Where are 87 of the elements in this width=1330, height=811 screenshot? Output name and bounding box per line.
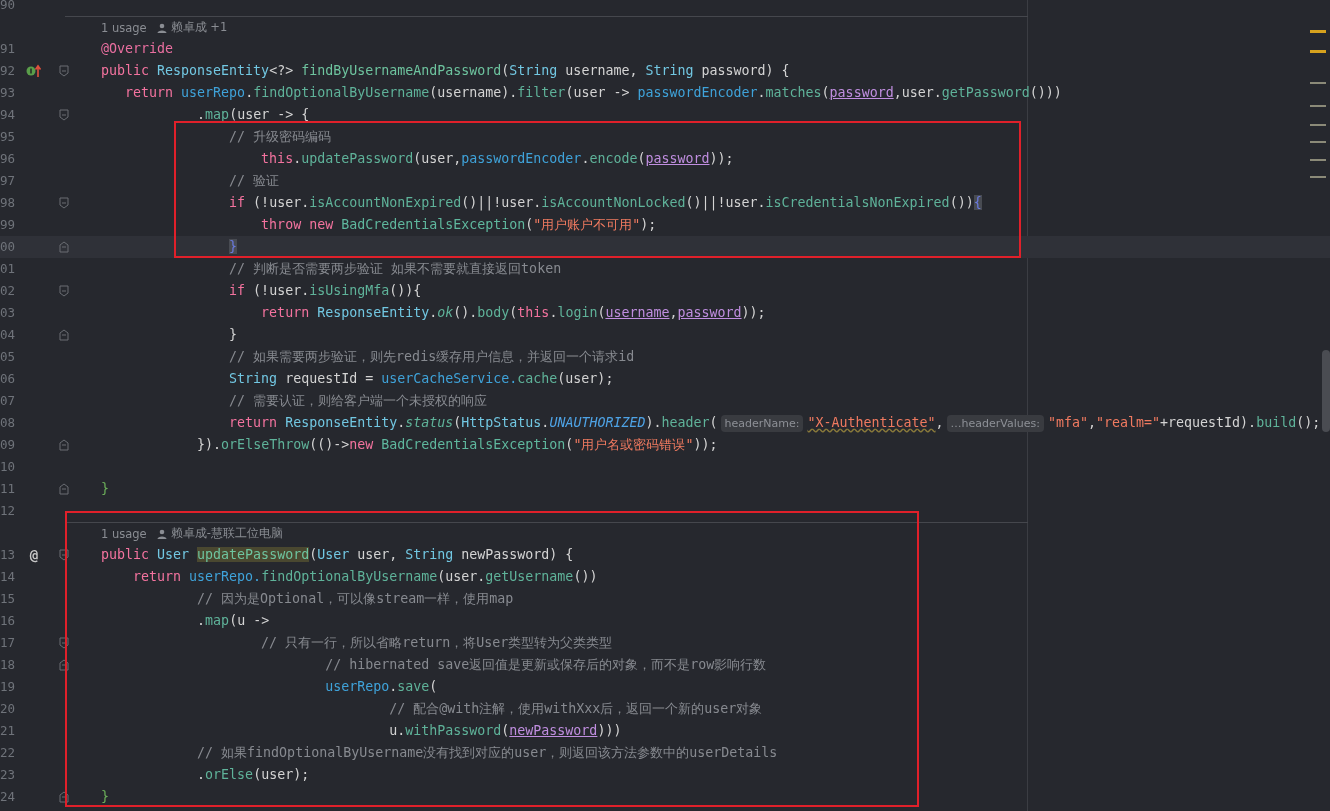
code-line: // 因为是Optional，可以像stream一样，使用map xyxy=(197,590,514,608)
line-number: 17 xyxy=(0,635,16,651)
code-line: } xyxy=(229,326,238,344)
fold-icon[interactable] xyxy=(59,329,69,341)
line-number: 09 xyxy=(0,437,16,453)
author-name[interactable]: 赖卓成-慧联工位电脑 xyxy=(170,526,283,541)
code-line: // 升级密码编码 xyxy=(229,128,332,146)
line-number: 13 xyxy=(0,547,16,563)
line-number: 15 xyxy=(0,591,16,607)
code-text: "mfa","realm="+requestId).build(); xyxy=(1047,414,1321,432)
fold-icon[interactable] xyxy=(59,65,69,77)
code-line: if (!user.isAccountNonExpired()||!user.isAccountNonLocked()||!user.isCredentialsNonExpired()){ xyxy=(229,194,982,212)
code-line: return userRepo.findOptionalByUsername(user.getUsername()) xyxy=(133,568,598,586)
author-name[interactable]: 赖卓成 +1 xyxy=(170,20,228,35)
line-number: 20 xyxy=(0,701,16,717)
line-number: 92 xyxy=(0,63,16,79)
line-number: 91 xyxy=(0,41,16,57)
fold-icon[interactable] xyxy=(59,197,69,209)
code-line: return userRepo.findOptionalByUsername(username).filter(user -> passwordEncoder.matches(password,user.getPassword())) xyxy=(125,84,1062,102)
fold-icon[interactable] xyxy=(59,109,69,121)
code-line: // 如果findOptionalByUsername没有找到对应的user，则返回该方法参数中的userDetails xyxy=(197,744,778,762)
code-text: return ResponseEntity.status(HttpStatus.UNAUTHORIZED).header( xyxy=(229,414,718,432)
usage-count[interactable]: 1 usage xyxy=(101,20,147,35)
line-number: 22 xyxy=(0,745,16,761)
line-number: 11 xyxy=(0,481,16,497)
parameter-hint: headerName: xyxy=(720,414,804,432)
code-line: } xyxy=(101,480,109,498)
line-number: 06 xyxy=(0,371,16,387)
line-number: 99 xyxy=(0,217,16,233)
code-line: }).orElseThrow(()->new BadCredentialsException("用户名或密码错误")); xyxy=(197,436,718,454)
line-number: 94 xyxy=(0,107,16,123)
code-line: this.updatePassword(user,passwordEncoder.encode(password)); xyxy=(261,150,734,168)
line-number: 18 xyxy=(0,657,16,673)
line-number: 08 xyxy=(0,415,16,431)
line-number: 04 xyxy=(0,327,16,343)
code-line: throw new BadCredentialsException("用户账户不可用"); xyxy=(261,216,657,234)
line-number: 16 xyxy=(0,613,16,629)
code-line: // 判断是否需要两步验证 如果不需要就直接返回token xyxy=(229,260,562,278)
line-number: 24 xyxy=(0,789,16,805)
person-icon xyxy=(156,22,167,33)
line-number: 01 xyxy=(0,261,16,277)
fold-icon[interactable] xyxy=(59,791,69,803)
line-number: 12 xyxy=(0,503,16,519)
code-line: .map(u -> xyxy=(197,612,270,630)
line-number: 07 xyxy=(0,393,16,409)
line-number: 05 xyxy=(0,349,16,365)
line-number: 93 xyxy=(0,85,16,101)
code-line: String requestId = userCacheService.cache(user); xyxy=(229,370,614,388)
code-line: public User updatePassword(User user, String newPassword) { xyxy=(101,546,574,564)
fold-icon[interactable] xyxy=(59,241,69,253)
fold-icon[interactable] xyxy=(59,285,69,297)
fold-icon[interactable] xyxy=(59,659,69,671)
code-line: @Override xyxy=(101,40,174,58)
fold-icon[interactable] xyxy=(59,637,69,649)
code-line: return ResponseEntity.ok().body(this.login(username,password)); xyxy=(261,304,766,322)
code-line: // hibernated save返回值是更新或保存后的对象，而不是row影响行数 xyxy=(325,656,767,674)
fold-icon[interactable] xyxy=(59,483,69,495)
usage-count[interactable]: 1 usage xyxy=(101,526,147,541)
line-number: 97 xyxy=(0,173,16,189)
line-number: 23 xyxy=(0,767,16,783)
line-number: 21 xyxy=(0,723,16,739)
person-icon xyxy=(156,528,167,539)
parameter-hint: …headerValues: xyxy=(946,414,1044,432)
code-line: } xyxy=(101,788,109,806)
line-number: 03 xyxy=(0,305,16,321)
line-number: 96 xyxy=(0,151,16,167)
code-line: .orElse(user); xyxy=(197,766,310,784)
line-number: 95 xyxy=(0,129,16,145)
override-marker-icon[interactable] xyxy=(26,64,42,78)
line-number: 10 xyxy=(0,459,16,475)
code-line: // 验证 xyxy=(229,172,280,190)
code-line: u.withPassword(newPassword))) xyxy=(389,722,622,740)
code-line: .map(user -> { xyxy=(197,106,310,124)
line-number: 98 xyxy=(0,195,16,211)
line-number: 14 xyxy=(0,569,16,585)
line-number: 02 xyxy=(0,283,16,299)
line-number: 00 xyxy=(0,239,16,255)
fold-icon[interactable] xyxy=(59,549,69,561)
code-text: "X-Authenticate", xyxy=(807,414,944,432)
fold-icon[interactable] xyxy=(59,439,69,451)
code-line: public ResponseEntity<?> findByUsernameAndPassword(String username, String password) { xyxy=(101,62,790,80)
line-number: 90 xyxy=(0,0,16,13)
code-line: if (!user.isUsingMfa()){ xyxy=(229,282,422,300)
scrollbar-thumb[interactable] xyxy=(1322,350,1330,432)
line-number: 19 xyxy=(0,679,16,695)
annotation-marker[interactable]: @ xyxy=(29,547,39,563)
code-line: userRepo.save( xyxy=(325,678,438,696)
